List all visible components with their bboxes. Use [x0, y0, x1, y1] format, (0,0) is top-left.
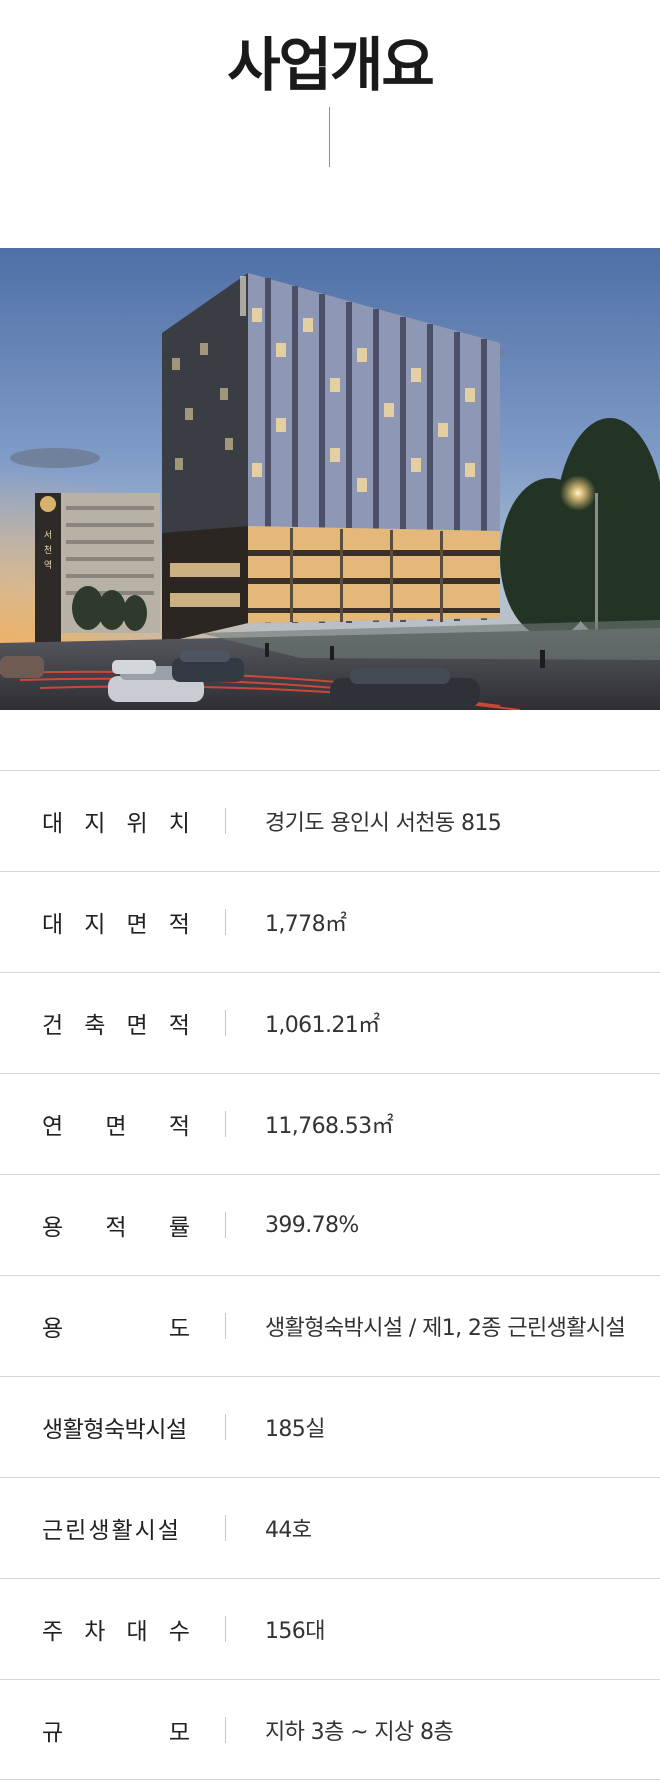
spec-label: 주 차 대 수 [42, 1579, 190, 1679]
spec-value: 156대 [265, 1619, 325, 1644]
spec-label-char: 연 [42, 1114, 64, 1140]
spec-label-char: 적 [168, 1013, 190, 1039]
spec-label-char: 축 [84, 1013, 106, 1039]
spec-label: 용 도 [42, 1276, 190, 1376]
spec-separator [225, 1111, 226, 1137]
spec-row-floor-area-ratio: 용 적 률 399.78% [0, 1174, 660, 1275]
spec-value: 생활형숙박시설 / 제1, 2종 근린생활시설 [265, 1316, 626, 1341]
spec-label-char: 적 [168, 912, 190, 938]
svg-text:천: 천 [44, 545, 52, 556]
spec-row-parking: 주 차 대 수 156대 [0, 1578, 660, 1679]
spec-label-char: 용 [42, 1316, 64, 1342]
spec-label: 연 면 적 [42, 1074, 190, 1174]
spec-value: 399.78% [265, 1212, 359, 1238]
page-title: 사업개요 [227, 30, 434, 99]
spec-label: 대 지 위 치 [42, 771, 190, 871]
spec-row-building-area: 건 축 면 적 1,061.21㎡ [0, 972, 660, 1073]
spec-label-char: 지 [84, 912, 106, 938]
spec-label-char: 률 [168, 1215, 190, 1241]
spec-label-char: 규 [42, 1720, 64, 1746]
spec-label: 대 지 면 적 [42, 872, 190, 972]
svg-text:서: 서 [44, 530, 52, 541]
spec-separator [225, 1212, 226, 1238]
spec-value: 경기도 용인시 서천동 815 [265, 811, 502, 836]
spec-label-char: 대 [126, 1619, 148, 1645]
spec-label: 건 축 면 적 [42, 973, 190, 1073]
spec-value: 185실 [265, 1417, 325, 1442]
spec-label-char: 지 [84, 811, 106, 837]
spec-label-char: 모 [168, 1720, 190, 1746]
spec-label-char: 치 [168, 811, 190, 837]
business-overview-page: 사업개요 서 천 역 대 지 위 치 경기도 용인시 서천동 815 대 지 면… [0, 0, 660, 1780]
spec-row-residential-lodging: 생활형숙박시설 185실 [0, 1376, 660, 1477]
building-rendering-image: 서 천 역 [0, 248, 660, 710]
spec-label-char: 적 [168, 1114, 190, 1140]
svg-text:역: 역 [44, 560, 52, 571]
project-spec-table: 대 지 위 치 경기도 용인시 서천동 815 대 지 면 적 1,778㎡ 건… [0, 770, 660, 1780]
spec-row-scale: 규 모 지하 3층 ~ 지상 8층 [0, 1679, 660, 1780]
spec-value: 1,061.21㎡ [265, 1013, 380, 1038]
spec-row-site-location: 대 지 위 치 경기도 용인시 서천동 815 [0, 770, 660, 871]
spec-label-char: 건 [42, 1013, 64, 1039]
spec-separator [225, 1515, 226, 1541]
spec-value: 44호 [265, 1518, 312, 1543]
spec-label-char: 면 [126, 912, 148, 938]
spec-value: 1,778㎡ [265, 912, 347, 937]
spec-label: 용 적 률 [42, 1175, 190, 1275]
spec-separator [225, 1717, 226, 1743]
spec-label: 근린생활시설 [42, 1518, 181, 1544]
spec-value: 11,768.53㎡ [265, 1114, 394, 1139]
spec-label-char: 대 [42, 912, 64, 938]
spec-label-char: 용 [42, 1215, 64, 1241]
spec-label: 생활형숙박시설 [42, 1417, 187, 1443]
spec-separator [225, 1414, 226, 1440]
spec-separator [225, 1313, 226, 1339]
spec-row-site-area: 대 지 면 적 1,778㎡ [0, 871, 660, 972]
title-divider [329, 107, 330, 167]
spec-separator [225, 1010, 226, 1036]
spec-label-char: 적 [105, 1215, 127, 1241]
spec-label: 규 모 [42, 1680, 190, 1780]
spec-row-usage: 용 도 생활형숙박시설 / 제1, 2종 근린생활시설 [0, 1275, 660, 1376]
spec-label-char: 도 [168, 1316, 190, 1342]
spec-label-char: 주 [42, 1619, 64, 1645]
spec-value: 지하 3층 ~ 지상 8층 [265, 1720, 454, 1745]
spec-separator [225, 808, 226, 834]
spec-label-char: 대 [42, 811, 64, 837]
spec-label-char: 면 [126, 1013, 148, 1039]
spec-separator [225, 909, 226, 935]
spec-row-neighborhood-facilities: 근린생활시설 44호 [0, 1477, 660, 1578]
spec-separator [225, 1616, 226, 1642]
spec-label-char: 위 [126, 811, 148, 837]
spec-row-total-floor-area: 연 면 적 11,768.53㎡ [0, 1073, 660, 1174]
spec-label-char: 수 [168, 1619, 190, 1645]
spec-label-char: 차 [84, 1619, 106, 1645]
spec-label-char: 면 [105, 1114, 127, 1140]
